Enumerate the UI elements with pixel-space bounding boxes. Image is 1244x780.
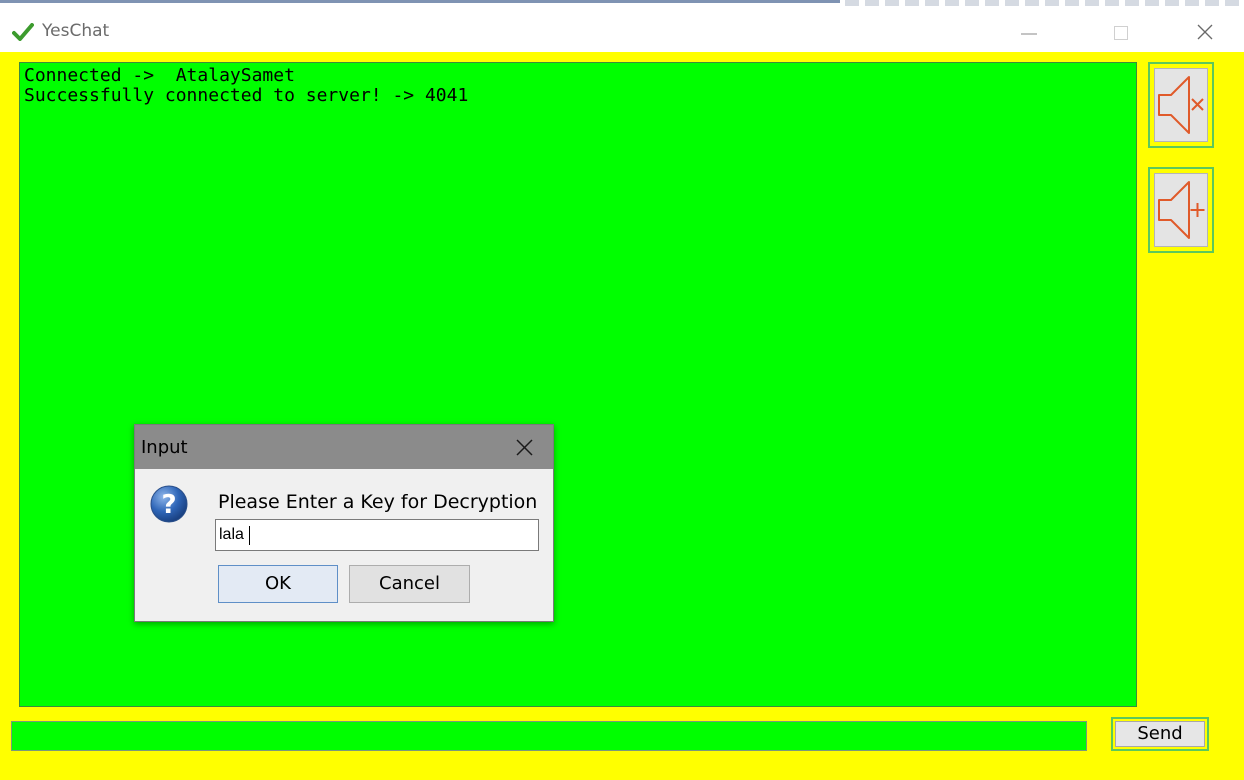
volume-up-button[interactable] xyxy=(1148,167,1214,253)
dialog-prompt: Please Enter a Key for Decryption xyxy=(218,491,538,513)
speaker-add-icon xyxy=(1158,181,1205,239)
dialog-close-button[interactable] xyxy=(507,431,541,465)
question-icon: ? xyxy=(150,485,188,523)
send-button[interactable]: Send xyxy=(1111,717,1209,751)
window-titlebar[interactable]: YesChat xyxy=(0,6,1244,52)
volume-up-button-face xyxy=(1154,173,1208,247)
dialog-titlebar[interactable]: Input xyxy=(135,425,553,469)
speaker-mute-icon xyxy=(1158,76,1204,134)
chat-line: Successfully connected to server! -> 404… xyxy=(24,85,469,106)
ok-button[interactable]: OK xyxy=(218,565,338,603)
send-button-label: Send xyxy=(1115,721,1205,747)
background-window-edge xyxy=(0,0,840,3)
close-icon xyxy=(516,439,533,456)
close-icon xyxy=(1197,24,1213,40)
cancel-button[interactable]: Cancel xyxy=(349,565,470,603)
checkmark-icon xyxy=(12,23,34,41)
maximize-button[interactable] xyxy=(1090,6,1150,52)
mute-button-face xyxy=(1154,68,1208,142)
decryption-key-dialog[interactable]: Input ? Please Enter a Key for Decryptio… xyxy=(134,424,554,622)
decryption-key-input[interactable] xyxy=(215,519,539,551)
svg-text:?: ? xyxy=(161,490,176,520)
minimize-button[interactable] xyxy=(996,6,1056,52)
close-button[interactable] xyxy=(1178,6,1238,52)
maximize-icon xyxy=(1114,26,1128,40)
mute-button[interactable] xyxy=(1148,62,1214,148)
window-title: YesChat xyxy=(42,21,110,41)
text-caret xyxy=(249,526,250,545)
chat-line: Connected -> AtalaySamet xyxy=(24,65,295,86)
dialog-title: Input xyxy=(141,437,188,458)
minimize-icon xyxy=(1021,33,1037,35)
message-input[interactable] xyxy=(11,721,1087,751)
